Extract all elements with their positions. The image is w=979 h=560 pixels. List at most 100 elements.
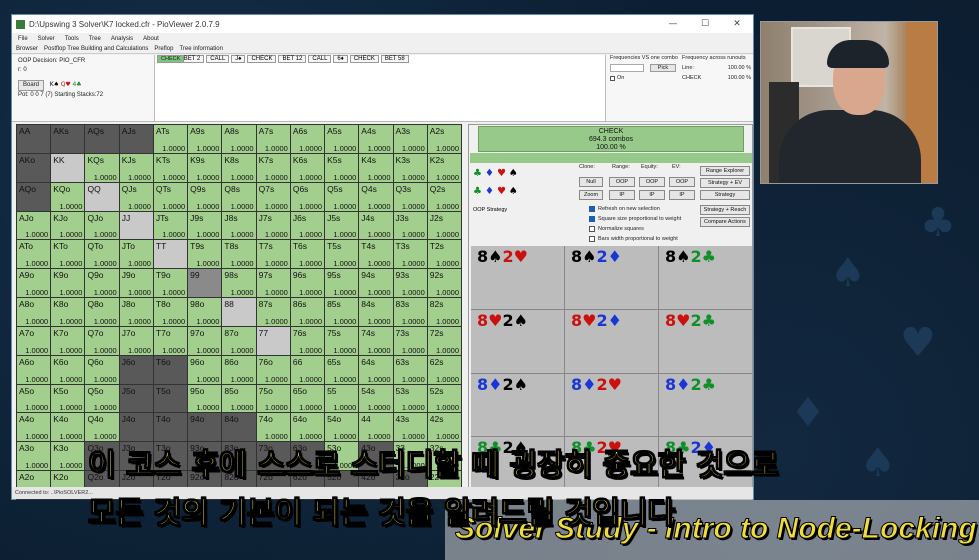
path-node[interactable]: CHECK (349, 55, 379, 63)
hand-cell[interactable]: A6o 1.0000 (17, 355, 51, 384)
hand-cell[interactable]: A2s 1.0000 (427, 125, 461, 153)
hand-cell[interactable]: T5s 1.0000 (325, 240, 359, 269)
hand-cell[interactable]: A7o 1.0000 (17, 326, 51, 355)
equity-oop-button[interactable]: OOP (639, 177, 665, 187)
hand-cell[interactable]: 73s 1.0000 (393, 326, 427, 355)
hand-cell[interactable]: T9o 1.0000 (153, 269, 188, 298)
hand-cell[interactable]: 98o 1.0000 (188, 298, 222, 326)
hand-cell[interactable]: A6s 1.0000 (290, 125, 325, 153)
bars-width-checkbox[interactable]: Bars width proportional to weight (589, 236, 678, 242)
hand-cell[interactable]: T5o (153, 384, 188, 413)
checkbox-box[interactable] (589, 216, 595, 222)
hand-cell[interactable]: Q6s 1.0000 (290, 182, 325, 211)
square-size-checkbox[interactable]: Square size proportional to weight (589, 216, 681, 222)
combo-cell[interactable]: 8♠2♣ (659, 246, 752, 309)
combo-cell[interactable]: 8♦2♥ (565, 373, 658, 437)
normalize-checkbox[interactable]: Normalize squares (589, 226, 644, 232)
hand-cell[interactable]: 96o 1.0000 (188, 355, 222, 384)
hand-cell[interactable]: KJs 1.0000 (119, 153, 153, 182)
spade-filter-icon[interactable]: ♠ (509, 186, 521, 197)
hand-cell[interactable]: QJo 1.0000 (85, 211, 119, 240)
hand-cell[interactable]: J2s 1.0000 (427, 211, 461, 240)
hand-cell[interactable]: K2s 1.0000 (427, 153, 461, 182)
hand-cell[interactable]: Q9o 1.0000 (85, 269, 119, 298)
hand-cell[interactable]: T8s 1.0000 (222, 240, 256, 269)
hand-cell[interactable]: JTo 1.0000 (119, 240, 153, 269)
on-toggle[interactable]: On (610, 75, 624, 81)
path-node[interactable]: 6♦ (333, 55, 348, 63)
hand-cell[interactable]: KJo 1.0000 (51, 211, 85, 240)
hand-cell[interactable]: 98s 1.0000 (222, 269, 256, 298)
checkbox-box[interactable] (589, 206, 595, 212)
hand-cell[interactable]: T6s 1.0000 (290, 240, 325, 269)
hand-cell[interactable]: 84o (222, 413, 256, 442)
strategy-ev-button[interactable]: Strategy + EV (700, 178, 750, 188)
hand-cell[interactable]: KK (51, 153, 85, 182)
hand-cell[interactable]: J5s 1.0000 (325, 211, 359, 240)
hand-cell[interactable]: K7o 1.0000 (51, 326, 85, 355)
hand-cell[interactable]: 86o 1.0000 (222, 355, 256, 384)
hand-cell[interactable]: QTs 1.0000 (153, 182, 188, 211)
hand-cell[interactable]: 94o (188, 413, 222, 442)
menu-solver[interactable]: Solver (38, 36, 55, 42)
hand-cell[interactable]: 62s 1.0000 (427, 355, 461, 384)
hand-cell[interactable]: A8s 1.0000 (222, 125, 256, 153)
path-node[interactable]: BET 12 (278, 55, 307, 63)
hand-cell[interactable]: AQo (17, 182, 51, 211)
diamond-filter-icon[interactable]: ♦ (485, 168, 497, 179)
hand-cell[interactable]: 97o 1.0000 (188, 326, 222, 355)
hand-cell[interactable]: 76o 1.0000 (256, 355, 290, 384)
compare-actions-button[interactable]: Compare Actions (700, 217, 750, 227)
hand-cell[interactable]: A7s 1.0000 (256, 125, 290, 153)
hand-cell[interactable]: T8o 1.0000 (153, 298, 188, 326)
hand-cell[interactable]: 86s 1.0000 (290, 298, 325, 326)
hand-cell[interactable]: Q6o 1.0000 (85, 355, 119, 384)
strategy-button[interactable]: Strategy (700, 190, 750, 200)
hand-cell[interactable]: ATs 1.0000 (153, 125, 188, 153)
hand-cell[interactable]: J4s 1.0000 (359, 211, 393, 240)
hand-cell[interactable]: K8s 1.0000 (222, 153, 256, 182)
hand-cell[interactable]: 44 1.0000 (359, 413, 393, 442)
hand-cell[interactable]: T7o 1.0000 (153, 326, 188, 355)
hand-cell[interactable]: A4s 1.0000 (359, 125, 393, 153)
hand-cell[interactable]: QJs 1.0000 (119, 182, 153, 211)
checkbox-box[interactable] (589, 236, 595, 242)
path-node[interactable]: CHECK (247, 55, 277, 63)
hand-cell[interactable]: 74s 1.0000 (359, 326, 393, 355)
check-action-bar[interactable]: CHECK 694.3 combos 100.00 % (478, 126, 744, 152)
hand-cell[interactable]: T9s 1.0000 (188, 240, 222, 269)
hand-cell[interactable]: 65s 1.0000 (325, 355, 359, 384)
hand-cell[interactable]: 95o 1.0000 (188, 384, 222, 413)
hand-cell[interactable]: 72s 1.0000 (427, 326, 461, 355)
hand-cell[interactable]: 95s 1.0000 (325, 269, 359, 298)
hand-cell[interactable]: K3o 1.0000 (51, 442, 85, 471)
hand-cell[interactable]: 43s 1.0000 (393, 413, 427, 442)
hand-cell[interactable]: A9o 1.0000 (17, 269, 51, 298)
hand-cell[interactable]: AJo 1.0000 (17, 211, 51, 240)
hand-cell[interactable]: 63s 1.0000 (393, 355, 427, 384)
hand-cell[interactable]: K9s 1.0000 (188, 153, 222, 182)
hand-cell[interactable]: 92s 1.0000 (427, 269, 461, 298)
hand-cell[interactable]: QQ (85, 182, 119, 211)
menu-tools[interactable]: Tools (65, 36, 79, 42)
hand-cell[interactable]: 87o 1.0000 (222, 326, 256, 355)
hand-cell[interactable]: A8o 1.0000 (17, 298, 51, 326)
hand-cell[interactable]: 96s 1.0000 (290, 269, 325, 298)
hand-cell[interactable]: 74o 1.0000 (256, 413, 290, 442)
hand-cell[interactable]: QTo 1.0000 (85, 240, 119, 269)
hand-cell[interactable]: 55 1.0000 (325, 384, 359, 413)
hand-cell[interactable]: T4s 1.0000 (359, 240, 393, 269)
range-explorer-button[interactable]: Range Explorer (700, 166, 750, 176)
hand-cell[interactable]: 85o 1.0000 (222, 384, 256, 413)
checkbox-box[interactable] (589, 226, 595, 232)
club-filter-icon[interactable]: ♣ (473, 186, 485, 197)
hand-cell[interactable]: 52s 1.0000 (427, 384, 461, 413)
hand-cell[interactable]: AJs (119, 125, 153, 153)
hand-cell[interactable]: J6o (119, 355, 153, 384)
hand-cell[interactable]: K6o 1.0000 (51, 355, 85, 384)
hand-cell[interactable]: 65o 1.0000 (290, 384, 325, 413)
combo-cell[interactable]: 8♥2♣ (659, 309, 752, 373)
combo-cell[interactable]: 8♠2♥ (471, 246, 564, 309)
hand-cell[interactable]: AKo (17, 153, 51, 182)
combo-cell[interactable]: 8♥2♠ (471, 309, 564, 373)
